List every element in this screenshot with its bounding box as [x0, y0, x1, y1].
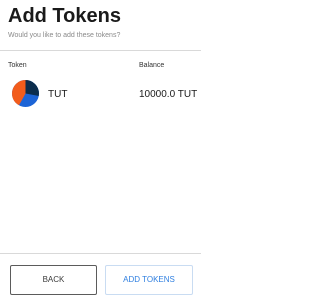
add-tokens-button[interactable]: ADD TOKENS: [105, 265, 193, 295]
token-symbol: TUT: [48, 89, 68, 100]
column-header-token: Token: [8, 62, 27, 69]
token-balance: 10000.0 TUT: [139, 89, 198, 100]
page-footer: BACK ADD TOKENS: [0, 253, 201, 300]
page-header: Add Tokens Would you like to add these t…: [0, 0, 201, 51]
page-title: Add Tokens: [8, 5, 121, 27]
token-row: TUT 10000.0 TUT: [0, 80, 201, 108]
column-header-balance: Balance: [139, 62, 165, 69]
back-button[interactable]: BACK: [10, 265, 97, 295]
add-tokens-page: Add Tokens Would you like to add these t…: [0, 0, 201, 300]
token-identicon-icon: [12, 80, 39, 107]
page-subtitle: Would you like to add these tokens?: [8, 32, 121, 39]
